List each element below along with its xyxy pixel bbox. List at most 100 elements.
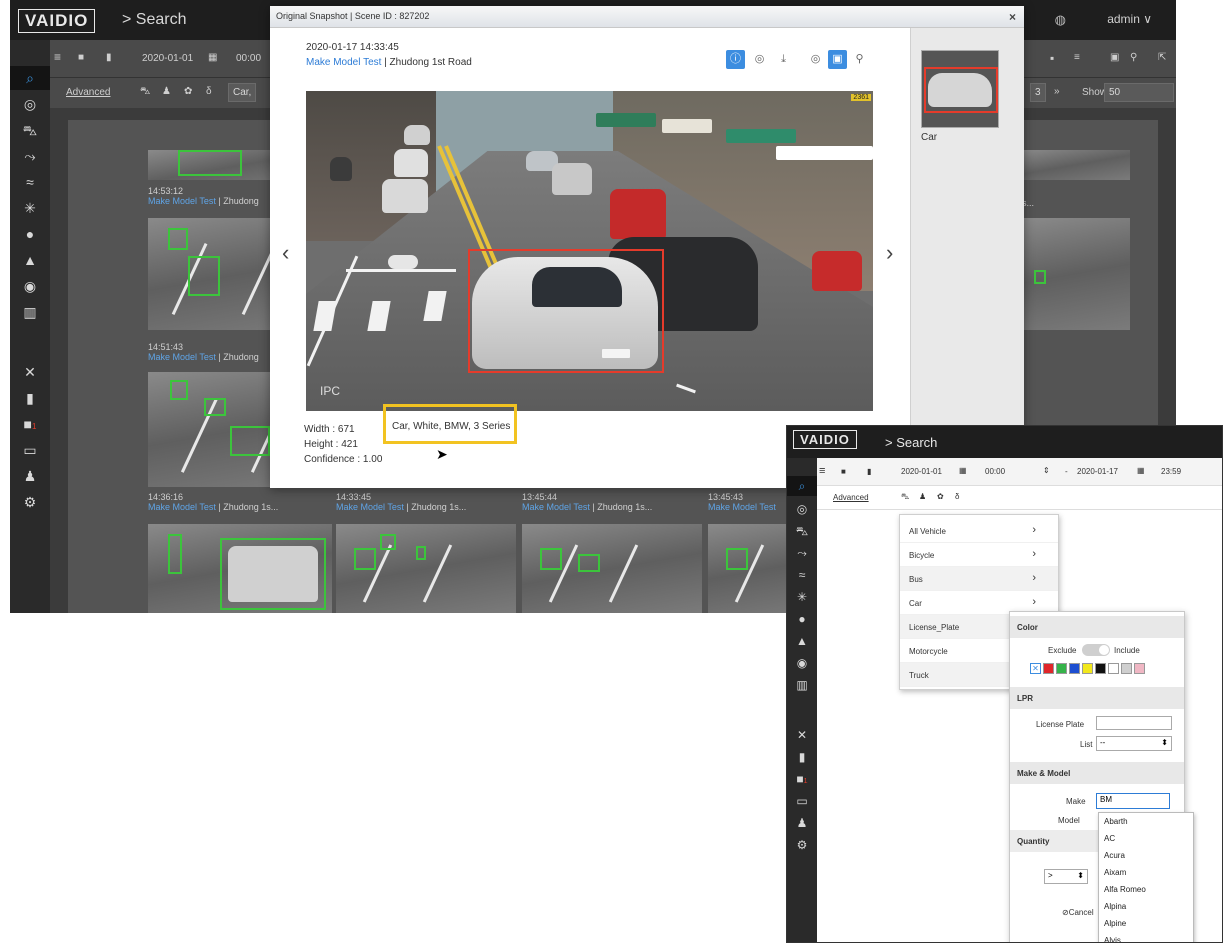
color-blue-swatch[interactable] xyxy=(1069,663,1080,674)
alert-icon[interactable]: ● xyxy=(10,226,50,242)
color-gray-swatch[interactable] xyxy=(1121,663,1132,674)
grid-view-icon[interactable]: ▣ xyxy=(1110,52,1119,63)
result-thumbnail[interactable] xyxy=(522,524,702,613)
person-track-icon[interactable]: ⤳ xyxy=(787,546,817,561)
result-thumbnail[interactable] xyxy=(1020,218,1130,330)
action-icon[interactable]: ✳ xyxy=(10,200,50,217)
next-page-icon[interactable]: » xyxy=(1054,86,1060,97)
person-filter-icon[interactable]: ♟ xyxy=(919,492,926,501)
list-select[interactable]: -- ⬍ xyxy=(1096,736,1172,751)
user-menu[interactable]: admin ∨ xyxy=(1107,12,1152,26)
scene-link[interactable]: Make Model Test xyxy=(306,57,381,68)
vehicle-filter-icon[interactable]: ⛍ xyxy=(140,86,150,99)
make-option[interactable]: AC xyxy=(1099,830,1193,847)
result-link[interactable]: Make Model Test xyxy=(708,502,776,512)
fire-filter-icon[interactable]: δ xyxy=(206,86,212,97)
search-icon[interactable]: ⌕ xyxy=(10,66,50,90)
include-toggle[interactable] xyxy=(1082,644,1110,656)
camera-icon[interactable]: ■1 xyxy=(10,416,50,432)
time-to[interactable]: 23:59 xyxy=(1161,467,1181,476)
globe-icon[interactable]: ◍ xyxy=(1055,12,1066,28)
target-icon[interactable]: ◉ xyxy=(787,656,817,670)
date-from[interactable]: 2020-01-01 xyxy=(142,53,193,64)
settings-icon[interactable]: ⚙ xyxy=(787,838,817,852)
page-number[interactable]: 3 xyxy=(1030,83,1046,102)
cancel-button[interactable]: ⊘Cancel xyxy=(1062,908,1094,917)
make-option[interactable]: Acura xyxy=(1099,847,1193,864)
color-yellow-swatch[interactable] xyxy=(1082,663,1093,674)
video-icon[interactable]: ■ xyxy=(841,467,846,476)
license-plate-input[interactable] xyxy=(1096,716,1172,730)
time-from[interactable]: 00:00 xyxy=(236,53,261,64)
color-green-swatch[interactable] xyxy=(1056,663,1067,674)
animal-filter-icon[interactable]: ✿ xyxy=(184,86,192,97)
vehicle-filter-icon[interactable]: ⛍ xyxy=(901,492,909,502)
analytics-icon[interactable]: ▥ xyxy=(10,304,50,321)
result-link[interactable]: Make Model Test xyxy=(148,502,216,512)
vehicle-search-icon[interactable]: ⛍ xyxy=(10,122,50,141)
make-option[interactable]: Alfa Romeo xyxy=(1099,881,1193,898)
object-thumbnail[interactable] xyxy=(921,50,999,128)
file-icon[interactable]: ▮ xyxy=(106,52,112,63)
calendar-icon[interactable]: ▦ xyxy=(1137,466,1145,475)
info-toggle-icon[interactable]: ⓘ xyxy=(726,50,745,69)
motion-icon[interactable]: ≈ xyxy=(787,568,817,582)
quantity-operator-select[interactable]: > ⬍ xyxy=(1044,869,1088,884)
fire-filter-icon[interactable]: δ xyxy=(955,492,959,501)
menu-item-bus[interactable]: Bus › xyxy=(900,567,1058,591)
next-chevron-icon[interactable]: › xyxy=(886,240,893,266)
make-option[interactable]: Alpina xyxy=(1099,898,1193,915)
color-white-swatch[interactable] xyxy=(1108,663,1119,674)
alert-icon[interactable]: ● xyxy=(787,612,817,626)
search-icon[interactable]: ⌕ xyxy=(787,476,817,496)
export-icon[interactable]: ⇱ xyxy=(1158,52,1166,63)
target-icon[interactable]: ◉ xyxy=(10,278,50,295)
face-scan-icon[interactable]: ◎ xyxy=(787,502,817,516)
animal-filter-icon[interactable]: ✿ xyxy=(937,492,944,501)
menu-item-bicycle[interactable]: Bicycle › xyxy=(900,543,1058,567)
color-any-swatch[interactable]: ✕ xyxy=(1030,663,1041,674)
make-option[interactable]: Alpine xyxy=(1099,915,1193,932)
document-icon[interactable]: ▮ xyxy=(787,750,817,764)
advanced-link[interactable]: Advanced xyxy=(66,87,110,98)
bell-icon[interactable]: ▲ xyxy=(787,634,817,648)
menu-item-all-vehicle[interactable]: All Vehicle › xyxy=(900,519,1058,543)
list-view-icon[interactable]: ≡ xyxy=(1074,52,1080,63)
face-detect-icon[interactable]: ◎ xyxy=(750,50,769,69)
make-option[interactable]: Abarth xyxy=(1099,813,1193,830)
storage-icon[interactable]: ▭ xyxy=(787,794,817,808)
show-count-select[interactable]: 50 xyxy=(1104,83,1174,102)
analytics-icon[interactable]: ▥ xyxy=(787,678,817,692)
color-black-swatch[interactable] xyxy=(1095,663,1106,674)
person-track-icon[interactable]: ⤳ xyxy=(10,148,50,165)
vehicle-search-icon[interactable]: ⛍ xyxy=(787,524,817,540)
filter-summary[interactable]: Car, xyxy=(228,83,257,102)
make-input[interactable]: BM xyxy=(1096,793,1170,809)
calendar-icon[interactable]: ▦ xyxy=(208,52,217,63)
image-view-icon[interactable]: ▣ xyxy=(828,50,847,69)
result-link[interactable]: Make Model Test xyxy=(148,352,216,362)
bell-icon[interactable]: ▲ xyxy=(10,252,50,268)
play-icon[interactable]: ◎ xyxy=(806,50,825,69)
menu-icon[interactable]: ≡ xyxy=(819,465,825,477)
previous-chevron-icon[interactable]: ‹ xyxy=(282,240,289,266)
time-stepper-icon[interactable]: ⇕ xyxy=(1043,466,1050,475)
make-option[interactable]: Alvis xyxy=(1099,932,1193,942)
tools-icon[interactable]: ✕ xyxy=(787,728,817,742)
settings-icon[interactable]: ⚙ xyxy=(10,494,50,511)
calendar-icon[interactable]: ▦ xyxy=(959,466,967,475)
download-icon[interactable]: ⤓ xyxy=(774,50,793,69)
storage-icon[interactable]: ▭ xyxy=(10,442,50,459)
result-thumbnail[interactable] xyxy=(148,524,332,613)
result-link[interactable]: Make Model Test xyxy=(148,196,216,206)
motion-icon[interactable]: ≈ xyxy=(10,174,50,190)
location-pin-icon[interactable]: ⚲ xyxy=(850,50,869,69)
close-icon[interactable]: × xyxy=(1009,10,1016,24)
color-pink-swatch[interactable] xyxy=(1134,663,1145,674)
date-from[interactable]: 2020-01-01 xyxy=(901,467,942,476)
result-thumbnail[interactable] xyxy=(1020,150,1130,180)
tools-icon[interactable]: ✕ xyxy=(10,364,50,381)
document-icon[interactable]: ▮ xyxy=(10,390,50,407)
camera-icon[interactable]: ■1 xyxy=(787,772,817,786)
user-icon[interactable]: ♟ xyxy=(787,816,817,830)
